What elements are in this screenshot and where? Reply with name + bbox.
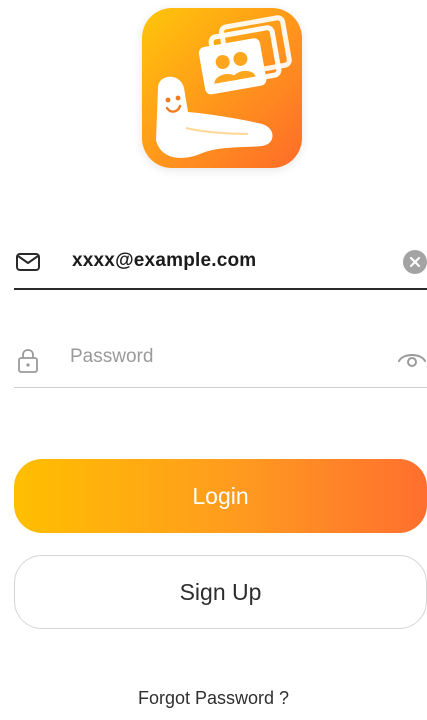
- mail-icon: [14, 248, 42, 276]
- app-logo-icon: [142, 8, 302, 168]
- email-field[interactable]: xxxx@example.com: [14, 232, 427, 290]
- password-underline: [14, 386, 427, 388]
- email-underline: [14, 288, 427, 290]
- email-value[interactable]: xxxx@example.com: [72, 248, 256, 274]
- login-button-label: Login: [192, 483, 249, 509]
- lock-icon: [14, 346, 42, 374]
- password-placeholder[interactable]: Password: [70, 342, 153, 372]
- forgot-password-link[interactable]: Forgot Password ?: [0, 688, 427, 709]
- app-logo: [142, 8, 302, 168]
- eye-icon[interactable]: [397, 346, 427, 372]
- sign-up-button-label: Sign Up: [179, 579, 262, 605]
- login-button[interactable]: Login: [14, 459, 427, 533]
- sign-up-button[interactable]: Sign Up: [14, 555, 427, 629]
- clear-icon[interactable]: [403, 250, 427, 274]
- password-field[interactable]: Password: [14, 330, 427, 388]
